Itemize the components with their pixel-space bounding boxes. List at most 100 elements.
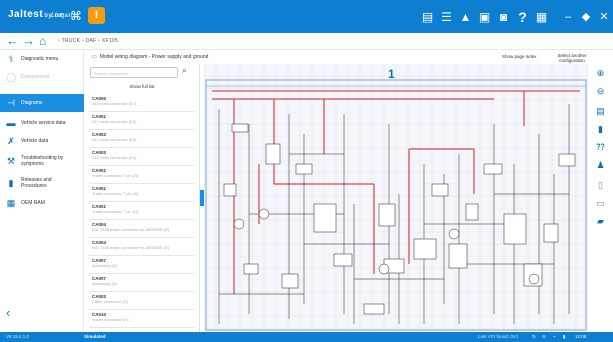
procedures-icon: ▮ xyxy=(8,177,14,188)
component-box xyxy=(295,163,313,175)
list-divider xyxy=(89,291,195,292)
list-item[interactable]: CA010 Trailer connector (D) xyxy=(92,312,192,322)
sidebar-item-releases-procedures[interactable]: ▮ Releases and Procedures xyxy=(0,172,84,194)
sidebar-item-diagrams[interactable]: ⊣ Diagrams xyxy=(0,94,84,112)
search-icon[interactable]: ⌕ xyxy=(182,65,187,76)
network-icon[interactable]: ⌘ xyxy=(70,9,82,23)
sidebar-item-troubleshooting[interactable]: ⚒ Troubleshooting by symptoms xyxy=(0,150,84,172)
component-description: ISO 7638 trailer connector for ABS/EBS (… xyxy=(92,227,170,232)
component-description: ISO 7638 trailer connector for ABS/EBS (… xyxy=(92,245,170,250)
oem-icon: ▦ xyxy=(6,197,16,208)
list-icon[interactable]: ☰ xyxy=(437,0,456,33)
list-item[interactable]: CA000 24V main connector (D1) xyxy=(92,96,192,106)
show-full-list-button[interactable]: Show full list xyxy=(84,84,200,89)
diagram-title: ▭ Model wiring diagram - Power supply and… xyxy=(92,54,209,60)
help-icon[interactable]: ? xyxy=(513,0,532,33)
bus-icon[interactable]: ▣ xyxy=(475,0,494,33)
list-item[interactable]: CA001 Trailer connector 7 pin (A) xyxy=(92,186,192,196)
list-item[interactable]: CA007 Accessory (D) xyxy=(92,258,192,268)
show-page-index-button[interactable]: Show page index xyxy=(502,54,537,59)
home-icon[interactable]: ⌂ xyxy=(39,34,46,48)
list-item[interactable]: CA004 ISO 7638 trailer connector for ABS/… xyxy=(92,240,192,250)
car-icon[interactable]: ▲ xyxy=(456,0,475,33)
sidebar-item-vehicle-data[interactable]: ✗ Vehicle data xyxy=(0,132,84,150)
breadcrumb[interactable]: › TRUCK › DAF › XF105 xyxy=(58,38,118,44)
search-input[interactable]: Search component xyxy=(90,67,178,78)
top-toolbar: ▤ ☰ ▲ ▣ ◙ ? ▦ – ◆ ✕ xyxy=(418,0,613,33)
layers-icon[interactable]: ▭ xyxy=(588,198,613,209)
component-box xyxy=(465,203,479,221)
file-icon[interactable]: ▯ xyxy=(588,180,613,191)
sidebar-item-oem-ram[interactable]: ▦ OEM RAM xyxy=(0,194,84,212)
forward-arrow-icon[interactable]: → xyxy=(22,34,35,48)
component-description: Trailer connector 7 pin (D) xyxy=(92,173,139,178)
component-box xyxy=(265,143,281,165)
warning-button[interactable]: ! xyxy=(88,7,105,24)
list-divider xyxy=(89,219,195,220)
stethoscope-icon: ⚕ xyxy=(8,53,14,64)
note-icon[interactable]: ▰ xyxy=(588,216,613,227)
connector-symbol xyxy=(258,208,270,220)
collapse-sidebar-icon[interactable]: ‹ xyxy=(6,305,10,320)
wiring-diagram-canvas[interactable] xyxy=(204,64,588,332)
back-arrow-icon[interactable]: ← xyxy=(6,34,19,48)
wiring-diagram[interactable]: 1 xyxy=(204,64,588,332)
component-box xyxy=(558,153,576,167)
component-box xyxy=(413,238,437,260)
list-item[interactable]: CA001 24V main connector (D2) xyxy=(92,114,192,124)
component-description: 24V main connector (D3) xyxy=(92,137,137,142)
fuse-icon[interactable]: ⁇ xyxy=(588,142,613,153)
clock-label: 12:08 xyxy=(575,334,587,339)
wifi-icon: ≋ xyxy=(542,334,546,339)
component-description: 24V main connector (D1) xyxy=(92,101,137,106)
list-item[interactable]: CA002 24V main connector (D3) xyxy=(92,132,192,142)
list-item[interactable]: CA007 Accessory (D) xyxy=(92,276,192,286)
connector-symbol xyxy=(233,218,245,230)
nav-bar: ← → ⌂ › TRUCK › DAF › XF105 xyxy=(0,33,613,50)
list-item[interactable]: CA001 Trailer connector 7 pin (D) xyxy=(92,204,192,214)
component-box xyxy=(281,273,299,289)
list-item[interactable]: CA004 ISO 7638 trailer connector for ABS/… xyxy=(92,222,192,232)
document-icon[interactable]: ▤ xyxy=(588,106,613,117)
list-divider xyxy=(89,273,195,274)
sidebar-item-components[interactable]: ◯ Components xyxy=(0,68,84,86)
list-item[interactable]: CA003 24V main connector (D4) xyxy=(92,150,192,160)
list-divider xyxy=(89,165,195,166)
people-icon[interactable]: ♟ xyxy=(588,160,613,171)
sidebar-item-vehicle-service-data[interactable]: ▬ Vehicle service data xyxy=(0,114,84,132)
component-description: 24V main connector (D4) xyxy=(92,155,137,160)
close-button[interactable]: ✕ xyxy=(595,0,613,33)
list-divider xyxy=(89,111,195,112)
zoom-out-icon[interactable]: ⊖ xyxy=(588,86,613,97)
zoom-in-icon[interactable]: ⊕ xyxy=(588,68,613,79)
diagram-title-icon: ▭ xyxy=(92,54,97,60)
grid-icon[interactable]: ▦ xyxy=(532,0,551,33)
component-description: Accessory (D) xyxy=(92,281,118,286)
component-box xyxy=(483,163,503,175)
battery-icon[interactable]: ▮ xyxy=(588,124,613,135)
separator xyxy=(551,0,559,33)
wrench-icon: ✗ xyxy=(7,135,15,146)
battery-status-icon: ▮ xyxy=(563,334,566,339)
page-number: 1 xyxy=(388,67,395,81)
component-box xyxy=(503,213,527,245)
diagram-header: ▭ Model wiring diagram - Power supply and… xyxy=(84,50,588,64)
status-bar: V8 19.4.1.0 Simulated Last VCI found: 0V… xyxy=(0,332,613,342)
list-item[interactable]: CA001 Trailer connector 7 pin (D) xyxy=(92,168,192,178)
select-configuration-button[interactable]: Select another configuration xyxy=(556,53,588,63)
minimize-button[interactable]: – xyxy=(559,0,577,33)
document-icon[interactable]: ▤ xyxy=(418,0,437,33)
sidebar: ⚕ Diagnostic menu ◯ Components ⊣ Diagram… xyxy=(0,50,84,332)
mode-label: Simulated xyxy=(84,334,106,339)
component-list-panel: Search component ⌕ Show full list CA000 2… xyxy=(84,64,200,332)
sidebar-item-diagnostic-menu[interactable]: ⚕ Diagnostic menu xyxy=(0,50,84,68)
camera-icon[interactable]: ◙ xyxy=(494,0,513,33)
component-box xyxy=(333,253,353,267)
component-description: 24V main connector (D2) xyxy=(92,119,137,124)
live-label: Live xyxy=(51,12,64,19)
list-item[interactable]: CA003 Cabin connector (D) xyxy=(92,294,192,304)
maximize-button[interactable]: ◆ xyxy=(577,0,595,33)
connector-symbol xyxy=(528,273,540,285)
component-box xyxy=(448,243,468,269)
usb-icon: ⌁ xyxy=(553,334,556,339)
